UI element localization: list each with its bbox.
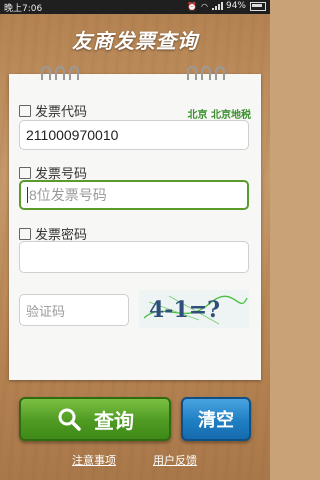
invoice-code-label-row: 发票代码: [19, 101, 87, 120]
invoice-code-label: 发票代码: [35, 105, 88, 120]
notes-link[interactable]: 注意事项: [72, 452, 116, 468]
app-header: 友商发票查询: [0, 14, 270, 64]
binder-ring-icon: [55, 66, 65, 80]
invoice-code-input[interactable]: 211000970010: [19, 120, 249, 150]
captcha-placeholder: 验证码: [26, 304, 66, 320]
clear-button[interactable]: 清空: [181, 397, 251, 441]
invoice-password-input[interactable]: [19, 241, 249, 273]
captcha-input[interactable]: 验证码: [19, 294, 129, 326]
binder-ring-icon: [69, 66, 79, 80]
binder-ring-icon: [215, 66, 225, 80]
document-icon: [19, 104, 31, 117]
captcha-text: 4-1=?: [149, 297, 220, 323]
status-bar: 晚上7:06 ⏰ ◠ 94%: [0, 0, 270, 14]
plus-document-icon: [19, 166, 31, 179]
signal-icon: [211, 2, 223, 10]
feedback-link[interactable]: 用户反馈: [153, 452, 197, 468]
invoice-code-value: 211000970010: [26, 127, 119, 143]
wifi-icon: ◠: [201, 1, 208, 11]
query-button-label: 查询: [94, 408, 134, 433]
binder-ring-icon: [41, 66, 51, 80]
invoice-number-input[interactable]: 8位发票号码: [19, 180, 249, 210]
query-button[interactable]: 查询: [19, 397, 171, 441]
binder-ring-icon: [201, 66, 211, 80]
battery-percent: 94%: [225, 1, 246, 11]
clear-button-label: 清空: [198, 410, 234, 431]
captcha-image[interactable]: 4-1=?: [139, 290, 249, 328]
alarm-icon: ⏰: [187, 1, 197, 11]
invoice-number-placeholder: 8位发票号码: [29, 187, 107, 203]
edit-icon: [19, 227, 31, 240]
status-time: 晚上7:06: [4, 4, 43, 14]
region-label: 北京 北京地税: [187, 110, 251, 121]
battery-icon: [250, 1, 266, 11]
app-title: 友商发票查询: [72, 28, 198, 53]
search-icon: [58, 408, 81, 431]
form-card: 发票代码 北京 北京地税 211000970010 发票号码 8位发票号码 发票…: [9, 66, 261, 380]
binder-ring-icon: [187, 66, 197, 80]
footer-links: 注意事项 用户反馈: [0, 452, 270, 468]
text-cursor: [27, 187, 28, 203]
status-icons: ⏰ ◠ 94%: [187, 1, 266, 11]
